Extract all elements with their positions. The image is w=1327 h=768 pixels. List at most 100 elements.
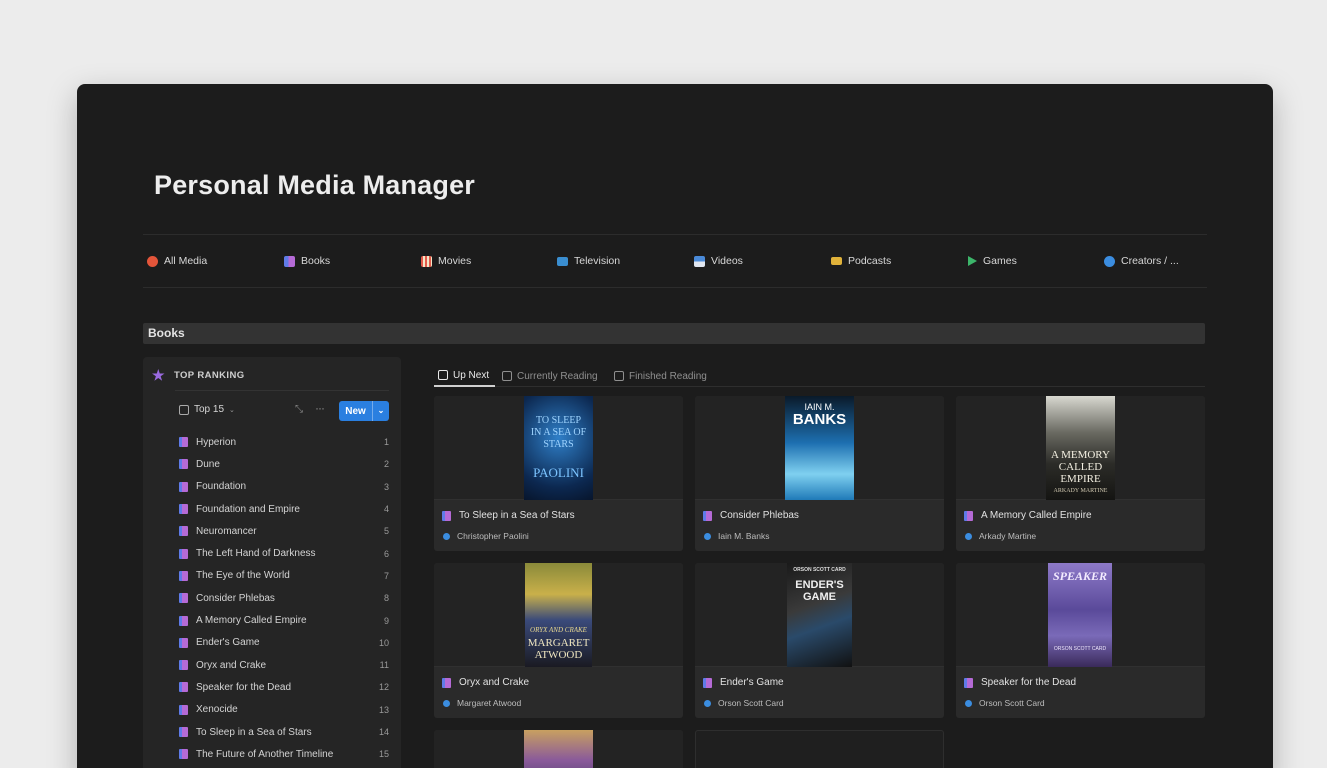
book-card[interactable]: SPEAKER ORSON SCOTT CARD Speaker for the… <box>956 563 1205 718</box>
tab-finished-reading[interactable]: Finished Reading <box>614 365 707 387</box>
ranking-item-title: Ender's Game <box>196 637 260 649</box>
new-button[interactable]: New ⌄ <box>339 401 389 421</box>
book-card[interactable]: ORSON SCOTT CARD ENDER'S GAME Ender's Ga… <box>695 563 944 718</box>
ranking-item-title: Hyperion <box>196 436 237 448</box>
nav-item-videos[interactable]: Videos <box>694 255 743 267</box>
top-ranking-title: TOP RANKING <box>173 369 245 381</box>
book-icon <box>179 749 188 760</box>
ranking-item-title: The Eye of the World <box>196 570 290 582</box>
tab-currently-reading[interactable]: Currently Reading <box>502 365 598 387</box>
cover-author: MARGARET ATWOOD <box>527 637 590 661</box>
ranking-item[interactable]: To Sleep in a Sea of Stars 14 <box>179 721 389 743</box>
book-card[interactable]: ORYX AND CRAKE MARGARET ATWOOD Oryx and … <box>434 563 683 718</box>
book-icon <box>442 677 451 688</box>
section-header: Books <box>143 323 1205 344</box>
book-card[interactable] <box>434 730 683 768</box>
ranking-item[interactable]: Dune 2 <box>179 453 389 475</box>
ranking-item[interactable]: Ender's Game 10 <box>179 632 389 654</box>
book-card[interactable]: TO SLEEP IN A SEA OF STARS PAOLINI To Sl… <box>434 396 683 551</box>
nav-item-books[interactable]: Books <box>284 255 330 267</box>
app-window: Personal Media Manager All Media Books M… <box>77 84 1273 768</box>
book-cover: IAIN M. BANKS <box>785 396 854 500</box>
nav-item-label: All Media <box>164 255 208 267</box>
ranking-item[interactable]: Consider Phlebas 8 <box>179 587 389 609</box>
list-view-icon <box>179 404 189 415</box>
cover-area: A MEMORY CALLED EMPIRE ARKADY MARTINE <box>956 396 1205 500</box>
ranking-item[interactable]: Xenocide 13 <box>179 699 389 721</box>
card-author: Arkady Martine <box>965 531 1036 541</box>
card-title-text: Speaker for the Dead <box>981 677 1077 688</box>
card-title-text: To Sleep in a Sea of Stars <box>459 510 575 521</box>
person-icon <box>965 699 972 707</box>
page-title: Personal Media Manager <box>154 170 476 200</box>
ranking-item[interactable]: The Left Hand of Darkness 6 <box>179 542 389 564</box>
card-title: A Memory Called Empire <box>964 510 1092 521</box>
book-cover: ORSON SCOTT CARD ENDER'S GAME <box>787 563 852 667</box>
cover-title: ORYX AND CRAKE <box>530 626 587 634</box>
book-card[interactable]: IAIN M. BANKS Consider Phlebas Iain M. B… <box>695 396 944 551</box>
cover-title: TO SLEEP IN A SEA OF STARS <box>530 415 587 450</box>
card-author: Orson Scott Card <box>704 698 784 708</box>
card-author-name: Margaret Atwood <box>457 698 522 708</box>
ranking-item[interactable]: Hyperion 1 <box>179 431 389 453</box>
nav-item-all-media[interactable]: All Media <box>147 255 207 267</box>
star-icon: ★ <box>152 367 165 383</box>
book-icon <box>179 548 188 559</box>
view-selector[interactable]: Top 15 ⌄ <box>179 404 235 415</box>
ranking-item-title: The Future of Another Timeline <box>196 748 334 760</box>
nav-item-label: Videos <box>711 255 743 267</box>
ranking-item[interactable]: Speaker for the Dead 12 <box>179 676 389 698</box>
chevron-down-icon[interactable]: ⌄ <box>372 401 389 421</box>
card-title: Speaker for the Dead <box>964 677 1076 688</box>
books-icon <box>284 255 295 267</box>
book-cover <box>524 730 593 768</box>
card-author-name: Iain M. Banks <box>718 531 770 541</box>
card-author: Margaret Atwood <box>443 698 521 708</box>
nav-item-games[interactable]: Games <box>968 255 1017 267</box>
cover-author: ORSON SCOTT CARD <box>1053 646 1107 652</box>
card-title: Consider Phlebas <box>703 510 799 521</box>
more-options-icon[interactable]: ··· <box>315 401 325 415</box>
book-icon <box>179 637 188 648</box>
book-icon <box>179 526 188 537</box>
cover-author-last: BANKS <box>792 411 847 428</box>
view-selector-label: Top 15 <box>194 404 225 415</box>
cover-area: IAIN M. BANKS <box>695 396 944 500</box>
game-flag-icon <box>968 256 977 266</box>
ranking-item[interactable]: Foundation and Empire 4 <box>179 498 389 520</box>
person-icon <box>443 532 450 540</box>
book-icon <box>964 677 973 688</box>
ranking-item[interactable]: The Future of Another Timeline 15 <box>179 743 389 765</box>
view-toolbar: Top 15 ⌄ ⤡ ··· New ⌄ <box>179 400 389 422</box>
ranking-item-rank: 6 <box>383 548 389 559</box>
nav-item-movies[interactable]: Movies <box>421 255 471 267</box>
ranking-item-title: Xenocide <box>196 704 238 716</box>
all-media-icon <box>147 255 158 267</box>
ranking-list: Hyperion 1 Dune 2 Foundation 3 Foundation a… <box>179 431 389 765</box>
board-icon <box>438 370 448 380</box>
book-icon <box>179 704 188 715</box>
board-icon <box>614 371 624 381</box>
nav-item-label: Games <box>983 255 1017 267</box>
ranking-item[interactable]: Neuromancer 5 <box>179 520 389 542</box>
nav-item-podcasts[interactable]: Podcasts <box>831 255 891 267</box>
tab-up-next[interactable]: Up Next <box>434 365 496 387</box>
person-icon <box>704 532 711 540</box>
nav-item-label: Movies <box>438 255 472 267</box>
ranking-item[interactable]: A Memory Called Empire 9 <box>179 609 389 631</box>
ranking-item[interactable]: Oryx and Crake 11 <box>179 654 389 676</box>
book-icon <box>179 504 188 515</box>
ranking-item[interactable]: Foundation 3 <box>179 476 389 498</box>
cover-area: ORSON SCOTT CARD ENDER'S GAME <box>695 563 944 667</box>
card-author-name: Christopher Paolini <box>457 531 529 541</box>
ranking-item-rank: 4 <box>383 504 389 515</box>
book-icon <box>179 727 188 737</box>
nav-item-label: Podcasts <box>848 255 892 267</box>
nav-item-television[interactable]: Television <box>557 255 620 267</box>
expand-icon[interactable]: ⤡ <box>295 404 303 415</box>
book-icon <box>179 593 188 604</box>
book-card[interactable]: A MEMORY CALLED EMPIRE ARKADY MARTINE A … <box>956 396 1205 551</box>
ranking-item[interactable]: The Eye of the World 7 <box>179 565 389 587</box>
nav-item-creators[interactable]: Creators / ... <box>1104 255 1179 267</box>
creators-icon <box>1104 255 1115 267</box>
